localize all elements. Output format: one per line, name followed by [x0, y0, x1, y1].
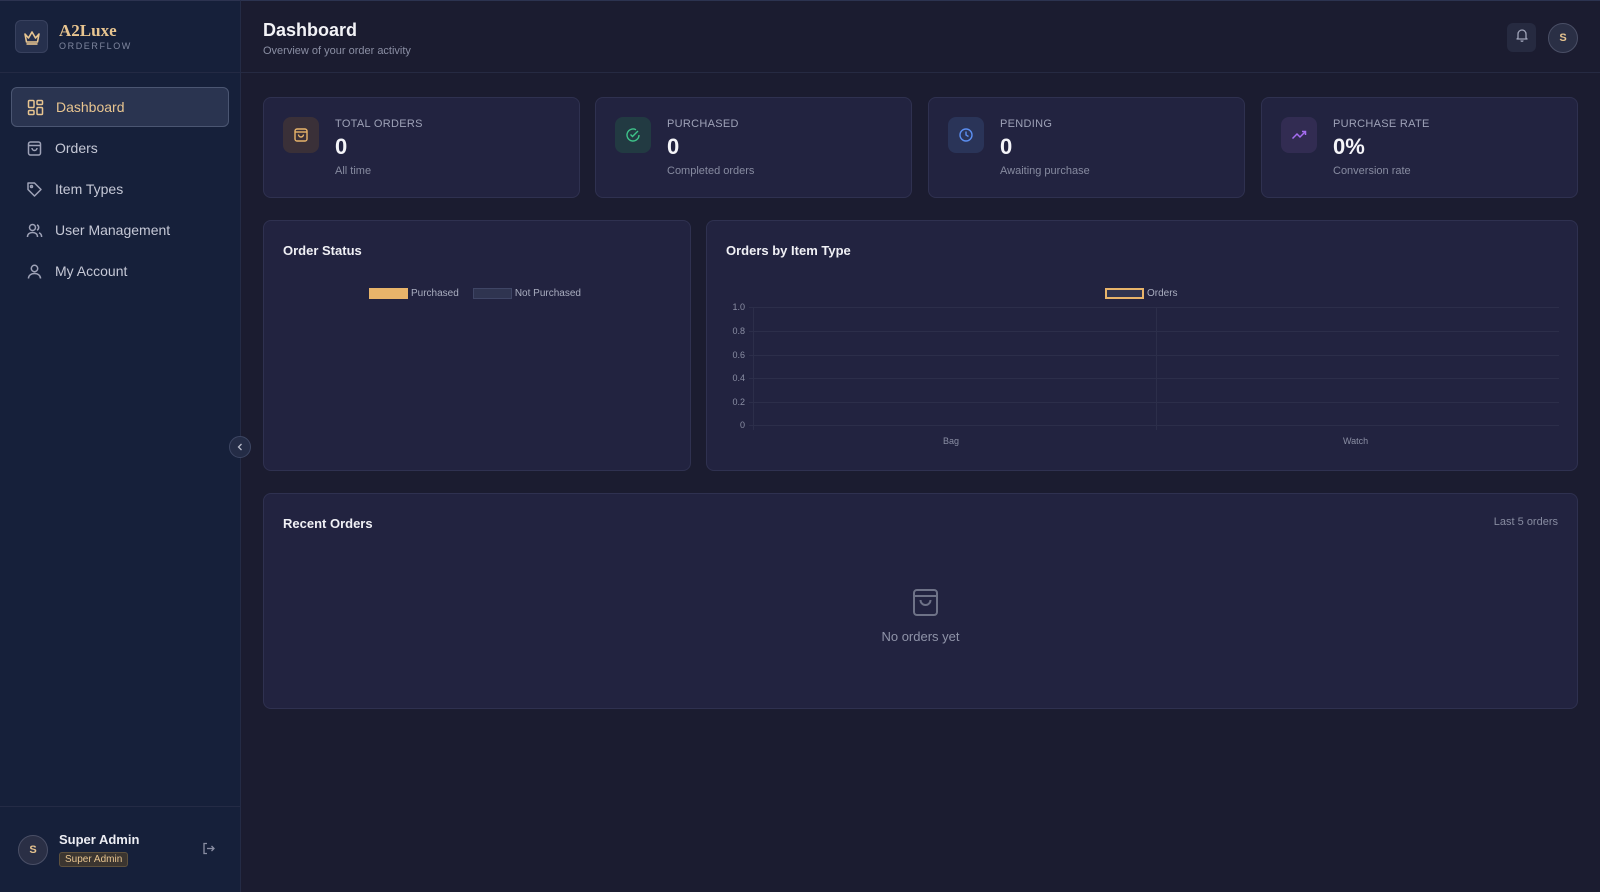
y-tick-label: 1.0 — [732, 302, 745, 312]
order-status-card: Order Status Purchased Not Purchased — [263, 220, 691, 471]
chevron-left-icon — [236, 438, 244, 456]
tag-icon — [26, 180, 44, 198]
bell-icon — [1515, 28, 1529, 47]
grid-line — [749, 331, 1559, 332]
brand[interactable]: A2Luxe ORDERFLOW — [0, 1, 240, 73]
stat-label: TOTAL ORDERS — [335, 118, 423, 130]
user-icon — [26, 262, 44, 280]
header-avatar[interactable]: S — [1548, 23, 1578, 53]
legend-swatch — [1105, 288, 1144, 299]
logout-icon[interactable] — [202, 842, 215, 860]
grid-line — [753, 307, 754, 430]
stat-card-total-orders: TOTAL ORDERS 0 All time — [263, 97, 580, 198]
y-tick-label: 0.8 — [732, 326, 745, 336]
stat-card-purchased: PURCHASED 0 Completed orders — [595, 97, 912, 198]
y-tick-label: 0.2 — [732, 397, 745, 407]
stat-label: PURCHASE RATE — [1333, 118, 1430, 130]
chart-legend: Orders — [1105, 288, 1192, 299]
sidebar-item-item-types[interactable]: Item Types — [11, 169, 229, 209]
card-title: Orders by Item Type — [726, 243, 851, 258]
user-name: Super Admin — [59, 832, 140, 847]
stat-value: 0% — [1333, 134, 1365, 159]
grid-line — [749, 402, 1559, 403]
stat-card-pending: PENDING 0 Awaiting purchase — [928, 97, 1245, 198]
empty-state-text: No orders yet — [881, 629, 960, 644]
stat-card-purchase-rate: PURCHASE RATE 0% Conversion rate — [1261, 97, 1578, 198]
sidebar-item-dashboard[interactable]: Dashboard — [11, 87, 229, 127]
sidebar-item-label: Orders — [55, 140, 98, 156]
stat-label: PURCHASED — [667, 118, 739, 130]
grid-line — [749, 378, 1559, 379]
y-tick-label: 0 — [739, 420, 745, 430]
sidebar-item-my-account[interactable]: My Account — [11, 251, 229, 291]
legend-item-orders[interactable]: Orders — [1105, 288, 1178, 299]
orders-by-item-type-card: Orders by Item Type Orders 1.0 0.8 0.6 0… — [706, 220, 1578, 471]
stat-description: All time — [335, 165, 372, 177]
sidebar-item-label: User Management — [55, 222, 171, 238]
brand-name: A2Luxe — [59, 21, 117, 40]
stat-value: 0 — [1000, 134, 1013, 159]
card-title: Order Status — [283, 243, 362, 258]
sidebar-item-orders[interactable]: Orders — [11, 128, 229, 168]
sidebar: A2Luxe ORDERFLOW Dashboard Orders Item T… — [0, 0, 241, 892]
collapse-sidebar-button[interactable] — [229, 436, 251, 458]
stat-value: 0 — [667, 134, 680, 159]
notifications-button[interactable] — [1507, 23, 1536, 52]
grid-line — [749, 307, 1559, 308]
legend-label: Orders — [1147, 288, 1178, 299]
sidebar-nav: Dashboard Orders Item Types User Managem… — [0, 73, 240, 291]
stat-value: 0 — [335, 134, 348, 159]
shopping-bag-icon — [26, 139, 44, 157]
legend-item-not-purchased[interactable]: Not Purchased — [472, 288, 581, 299]
sidebar-item-label: My Account — [55, 263, 128, 279]
sidebar-item-user-management[interactable]: User Management — [11, 210, 229, 250]
page-title: Dashboard — [263, 20, 358, 40]
chart-legend: Purchased Not Purchased — [369, 288, 595, 299]
stat-label: PENDING — [1000, 118, 1053, 130]
grid-line — [749, 355, 1559, 356]
grid-line — [749, 425, 1559, 426]
legend-label: Not Purchased — [514, 288, 581, 299]
grid-line — [1156, 307, 1157, 430]
user-role-badge: Super Admin — [59, 852, 129, 867]
x-tick-label: Watch — [1343, 436, 1369, 446]
crown-logo-icon — [15, 20, 48, 53]
legend-item-purchased[interactable]: Purchased — [369, 288, 459, 299]
x-tick-label: Bag — [943, 436, 960, 446]
legend-label: Purchased — [411, 288, 459, 299]
empty-shopping-bag-icon — [912, 588, 939, 622]
shopping-bag-icon — [283, 117, 319, 153]
check-circle-icon — [615, 117, 651, 153]
stat-description: Completed orders — [667, 165, 755, 177]
sidebar-user-panel: S Super Admin Super Admin — [0, 806, 240, 892]
sidebar-item-label: Dashboard — [56, 99, 125, 115]
y-tick-label: 0.6 — [732, 350, 745, 360]
legend-swatch — [369, 288, 408, 299]
trending-up-icon — [1281, 117, 1317, 153]
sidebar-item-label: Item Types — [55, 181, 124, 197]
users-icon — [26, 221, 44, 239]
avatar[interactable]: S — [18, 834, 48, 865]
top-header: Dashboard Overview of your order activit… — [241, 0, 1600, 73]
y-tick-label: 0.4 — [732, 373, 745, 383]
card-title: Recent Orders — [283, 516, 373, 531]
stat-description: Conversion rate — [1333, 165, 1411, 177]
stat-description: Awaiting purchase — [1000, 165, 1090, 177]
brand-subtitle: ORDERFLOW — [59, 41, 132, 51]
legend-swatch — [472, 288, 512, 299]
recent-orders-card: Recent Orders Last 5 orders No orders ye… — [263, 493, 1578, 709]
clock-icon — [948, 117, 984, 153]
page-subtitle: Overview of your order activity — [263, 45, 411, 57]
recent-orders-meta: Last 5 orders — [1493, 516, 1558, 528]
dashboard-grid-icon — [27, 98, 45, 116]
